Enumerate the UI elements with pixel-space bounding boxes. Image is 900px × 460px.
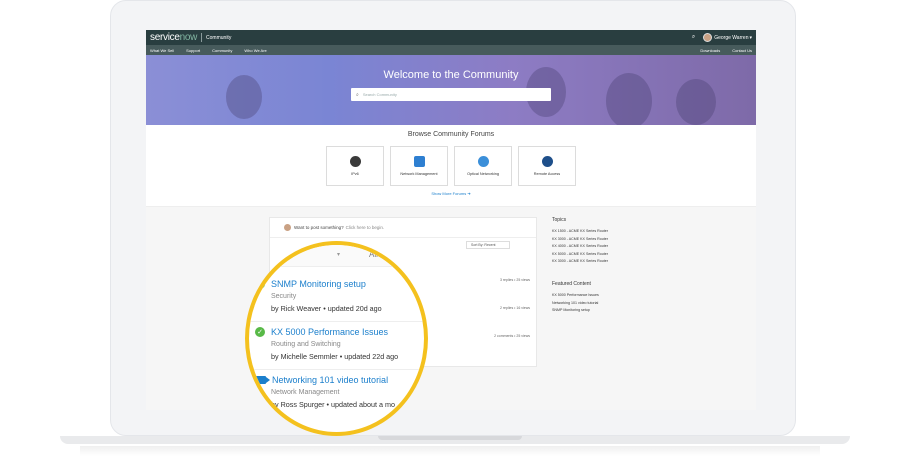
forum-tile-remote-access[interactable]: Remote Access (518, 146, 576, 186)
browse-forums-section: Browse Community Forums IPv6 Network Man… (146, 125, 756, 207)
laptop-shadow (80, 446, 820, 456)
video-icon (255, 376, 270, 384)
main-nav: What We Sell Support Community Who We Ar… (146, 45, 756, 55)
item-category: Security (271, 293, 297, 300)
nav-who-we-are[interactable]: Who We Are (244, 48, 266, 53)
topic-link[interactable]: KX 1500 - ACME KX Series Router (552, 229, 702, 233)
post-prompt-text: Want to post something? (294, 225, 344, 230)
topic-link[interactable]: KX 5000 - ACME KX Series Router (552, 252, 702, 256)
chevron-down-icon[interactable]: ▾ (337, 251, 340, 258)
nav-downloads[interactable]: Downloads (700, 48, 720, 53)
section-label: Community (206, 34, 232, 41)
search-icon[interactable]: ⌕ (692, 34, 695, 41)
browse-title: Browse Community Forums (407, 131, 495, 138)
topics-heading: Topics (552, 217, 567, 223)
avatar (284, 224, 291, 231)
nav-community[interactable]: Community (212, 48, 232, 53)
item-category: Network Management (271, 389, 340, 396)
network-icon (413, 156, 425, 167)
screen: servicenow Community ⌕ George Warren ▾ W… (146, 30, 756, 410)
list-item[interactable]: ✓ KX 5000 Performance Issues Routing and… (255, 327, 398, 361)
topic-link[interactable]: KX 4000 - ACME KX Series Router (552, 244, 702, 248)
list-item[interactable]: Networking 101 video tutorial Network Ma… (255, 375, 395, 409)
lower-content: Want to post something? Click here to be… (146, 207, 756, 367)
item-category: Routing and Switching (271, 341, 341, 348)
item-meta: by Rick Weaver • updated 20d ago (271, 304, 382, 313)
hero-photo-person (676, 79, 716, 125)
chevron-down-icon[interactable]: ▾ (749, 35, 752, 41)
divider (249, 321, 424, 322)
globe-icon (541, 156, 553, 167)
magnifier-lens: All ▾ All ✓ SNMP Monitoring setup Securi… (245, 241, 428, 436)
forum-label: Network Management (400, 172, 438, 176)
hero-title: Welcome to the Community (383, 69, 519, 81)
list-item[interactable]: ✓ SNMP Monitoring setup Security by Rick… (255, 279, 382, 313)
item-title[interactable]: SNMP Monitoring setup (271, 279, 366, 289)
forum-tile-network-management[interactable]: Network Management (390, 146, 448, 186)
sort-select[interactable]: Sort By: Recent (466, 241, 510, 249)
search-placeholder: Search Community (362, 92, 397, 97)
nav-support[interactable]: Support (186, 48, 200, 53)
lens-filter-mid[interactable]: All (369, 250, 378, 259)
optical-icon (477, 156, 489, 167)
search-icon: ⌕ (356, 91, 359, 98)
post-prompt[interactable]: Want to post something? Click here to be… (270, 218, 536, 238)
laptop-notch (378, 436, 522, 440)
lens-filter-left[interactable]: All (271, 251, 279, 258)
logo-divider (201, 33, 203, 42)
topic-link[interactable]: KX 3000 - ACME KX Series Router (552, 237, 702, 241)
forum-tile-ipv6[interactable]: IPv6 (326, 146, 384, 186)
nav-what-we-sell[interactable]: What We Sell (150, 48, 174, 53)
top-bar: servicenow Community ⌕ George Warren ▾ (146, 30, 756, 45)
featured-link[interactable]: SNMP Monitoring setup (552, 308, 702, 312)
forum-label: Optical Networking (467, 172, 499, 176)
item-title[interactable]: Networking 101 video tutorial (272, 375, 388, 385)
item-meta: by Michelle Semmler • updated 22d ago (271, 352, 399, 361)
feed-row-stats: 2 replies • 16 views (499, 306, 530, 310)
check-icon: ✓ (255, 327, 265, 337)
servicenow-logo[interactable]: servicenow (150, 32, 197, 43)
topic-link[interactable]: KX 3000 - ACME KX Series Router (552, 259, 702, 263)
user-menu[interactable]: George Warren (714, 35, 748, 41)
show-more-forums-link[interactable]: Show More Forums ➔ (146, 191, 756, 196)
feed-row-stats: 2 comments • 25 views (494, 334, 530, 338)
item-title[interactable]: KX 5000 Performance Issues (271, 327, 388, 337)
forum-tiles: IPv6 Network Management Optical Networki… (146, 146, 756, 186)
avatar[interactable] (703, 33, 713, 42)
post-prompt-link[interactable]: Click here to begin. (346, 225, 385, 230)
featured-heading: Featured Content (552, 280, 591, 287)
hero-banner: Welcome to the Community ⌕ Search Commun… (146, 55, 756, 125)
forum-label: Remote Access (533, 172, 561, 176)
featured-link[interactable]: Networking 101 video tutorial (552, 301, 702, 305)
item-meta: by Ross Spurger • updated about a mo (271, 400, 395, 409)
forum-label: IPv6 (351, 172, 359, 176)
forum-tile-optical-networking[interactable]: Optical Networking (454, 146, 512, 186)
check-icon: ✓ (255, 279, 265, 289)
nav-contact-us[interactable]: Contact Us (732, 48, 752, 53)
feed-row-stats: 3 replies • 25 views (499, 278, 530, 282)
divider (249, 369, 424, 370)
sidebar: Topics KX 1500 - ACME KX Series Router K… (552, 217, 702, 316)
featured-link[interactable]: KX 5000 Performance Issues (552, 293, 702, 297)
lens-filter-fragment (279, 245, 424, 267)
ipv6-icon (349, 156, 361, 167)
community-search-input[interactable]: ⌕ Search Community (351, 88, 551, 101)
hero-photo-person (226, 75, 262, 119)
